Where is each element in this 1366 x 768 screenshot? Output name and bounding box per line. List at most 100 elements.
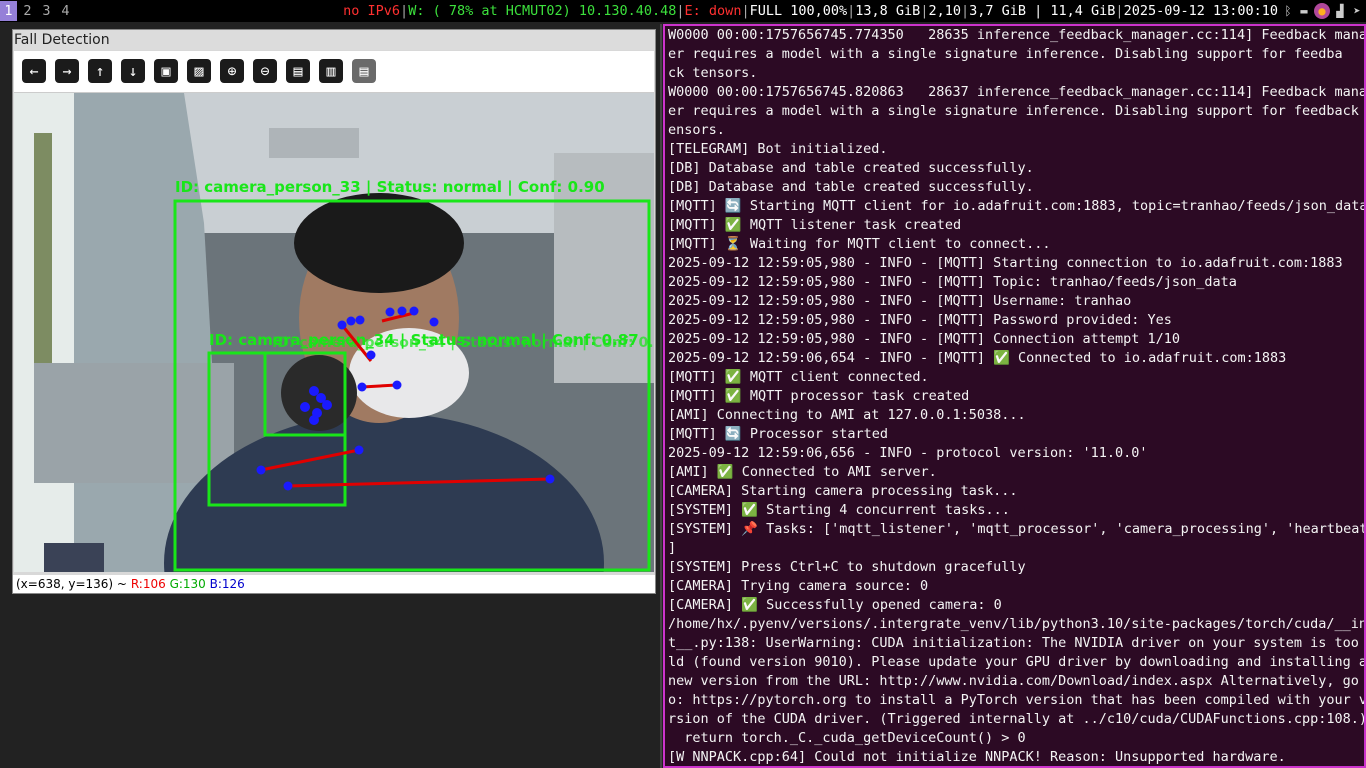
- terminal-line: 2025-09-12 12:59:05,980 - INFO - [MQTT] …: [668, 255, 1343, 271]
- ipv6-status: no IPv6: [343, 3, 401, 19]
- arrow-right-icon[interactable]: →: [55, 59, 79, 83]
- blue-value: B:126: [209, 577, 245, 591]
- zoom-out-icon[interactable]: ⊖: [253, 59, 277, 83]
- firefox-icon[interactable]: ●: [1314, 3, 1330, 19]
- save-icon[interactable]: ▤: [286, 59, 310, 83]
- window-title: Fall Detection: [13, 30, 655, 50]
- workspace-3-button[interactable]: 3: [38, 1, 55, 21]
- terminal-line: W0000 00:00:1757656745.820863 28637 infe…: [668, 84, 1366, 100]
- system-tray: ᛒ ▬ ● ▟ ➤: [1280, 0, 1366, 22]
- viewer-toolbar: ← → ↑ ↓ ▣ ▨ ⊕ ⊖ ▤ ▥ ▤: [14, 51, 654, 93]
- terminal-line: new version from the URL: http://www.nvi…: [668, 673, 1366, 689]
- save-disabled-icon[interactable]: ▤: [352, 59, 376, 83]
- person-hair: [294, 193, 464, 293]
- green-value: G:130: [169, 577, 206, 591]
- keypoint: [355, 315, 365, 325]
- terminal-line: [CAMERA] Trying camera source: 0: [668, 578, 929, 594]
- ceiling-vent: [269, 128, 359, 158]
- bag: [44, 543, 104, 572]
- terminal-window[interactable]: W0000 00:00:1757656745.774350 28635 infe…: [663, 24, 1366, 768]
- terminal-line: return torch._C._cuda_getDeviceCount() >…: [668, 730, 1026, 746]
- terminal-line: [DB] Database and table created successf…: [668, 160, 1034, 176]
- battery-status: FULL 100,00%: [749, 3, 848, 19]
- terminal-line: [SYSTEM] 📌 Tasks: ['mqtt_listener', 'mqt…: [668, 521, 1366, 537]
- image-settings-icon[interactable]: ▨: [187, 59, 211, 83]
- wifi-status: W: ( 78% at HCMUT02) 10.130.40.48: [408, 3, 677, 19]
- fall-detection-window: Fall Detection ← → ↑ ↓ ▣ ▨ ⊕ ⊖ ▤ ▥ ▤ ID:…: [12, 29, 656, 594]
- arrow-up-icon[interactable]: ↑: [88, 59, 112, 83]
- terminal-line: [DB] Database and table created successf…: [668, 179, 1034, 195]
- terminal-line: 2025-09-12 12:59:05,980 - INFO - [MQTT] …: [668, 274, 1237, 290]
- terminal-line: [CAMERA] Starting camera processing task…: [668, 483, 1018, 499]
- detection-label-1: ID: camera_person_33 | Status: normal | …: [175, 178, 605, 197]
- terminal-line: [AMI] ✅ Connected to AMI server.: [668, 464, 937, 480]
- terminal-line: ensors.: [668, 122, 725, 138]
- keypoint: [429, 317, 439, 327]
- terminal-line: /home/hx/.pyenv/versions/.intergrate_ven…: [668, 616, 1366, 632]
- desk-area: [34, 363, 234, 483]
- keypoint: [392, 380, 402, 390]
- clipboard-icon[interactable]: ▥: [319, 59, 343, 83]
- terminal-line: er requires a model with a single signat…: [668, 103, 1366, 119]
- disk-status: 13,8 GiB: [855, 3, 921, 19]
- ethernet-status: E: down: [684, 3, 742, 19]
- bluetooth-icon[interactable]: ᛒ: [1280, 3, 1296, 19]
- keypoint: [366, 350, 376, 360]
- terminal-line: 2025-09-12 12:59:05,980 - INFO - [MQTT] …: [668, 331, 1181, 347]
- terminal-line: [SYSTEM] ✅ Starting 4 concurrent tasks..…: [668, 502, 1010, 518]
- skeleton-line: [361, 383, 398, 389]
- terminal-line: ck tensors.: [668, 65, 758, 81]
- memory-status: 3,7 GiB | 11,4 GiB: [969, 3, 1116, 19]
- drive-icon[interactable]: ▬: [1296, 3, 1312, 19]
- keypoint: [385, 307, 395, 317]
- signal-icon[interactable]: ▟: [1332, 3, 1348, 19]
- terminal-line: [MQTT] 🔄 Processor started: [668, 426, 889, 442]
- keypoint: [256, 465, 266, 475]
- zoom-in-icon[interactable]: ⊕: [220, 59, 244, 83]
- terminal-line: [TELEGRAM] Bot initialized.: [668, 141, 888, 157]
- load-status: 2,10: [928, 3, 961, 19]
- workspace-4-button[interactable]: 4: [57, 1, 74, 21]
- terminal-line: 2025-09-12 12:59:05,980 - INFO - [MQTT] …: [668, 293, 1132, 309]
- camera-scene: ID: camera_person_33 | Status: normal | …: [14, 93, 654, 572]
- cursor-coords: (x=638, y=136) ~: [16, 577, 127, 591]
- terminal-line: [CAMERA] ✅ Successfully opened camera: 0: [668, 597, 1002, 613]
- terminal-line: [MQTT] ⏳ Waiting for MQTT client to conn…: [668, 236, 1051, 252]
- terminal-line: t__.py:138: UserWarning: CUDA initializa…: [668, 635, 1366, 651]
- terminal-line: 2025-09-12 12:59:06,656 - INFO - protoco…: [668, 445, 1148, 461]
- status-blocks: no IPv6|W: ( 78% at HCMUT02) 10.130.40.4…: [343, 3, 1278, 19]
- terminal-line: er requires a model with a single signat…: [668, 46, 1343, 62]
- left-pane: Fall Detection ← → ↑ ↓ ▣ ▨ ⊕ ⊖ ▤ ▥ ▤ ID:…: [0, 24, 662, 768]
- keypoint: [322, 400, 332, 410]
- keypoint: [397, 306, 407, 316]
- keypoint: [300, 402, 310, 412]
- workspace-1-button[interactable]: 1: [0, 1, 17, 21]
- keypoint: [309, 415, 319, 425]
- telegram-icon[interactable]: ➤: [1349, 3, 1365, 19]
- keypoint: [337, 320, 347, 330]
- keypoint: [354, 445, 364, 455]
- keypoint: [283, 481, 293, 491]
- terminal-line: 2025-09-12 12:59:05,980 - INFO - [MQTT] …: [668, 312, 1172, 328]
- keypoint: [409, 306, 419, 316]
- keypoint: [346, 316, 356, 326]
- terminal-line: W0000 00:00:1757656745.774350 28635 infe…: [668, 27, 1366, 43]
- terminal-line: o: https://pytorch.org to install a PyTo…: [668, 692, 1366, 708]
- keypoint: [357, 382, 367, 392]
- terminal-line: [MQTT] 🔄 Starting MQTT client for io.ada…: [668, 198, 1366, 214]
- detection-label-3: ID: camera_person_34 | Status: normal | …: [272, 335, 654, 351]
- terminal-line: ]: [668, 540, 677, 556]
- image-icon[interactable]: ▣: [154, 59, 178, 83]
- workspace-2-button[interactable]: 2: [19, 1, 36, 21]
- terminal-line: ld (found version 9010). Please update y…: [668, 654, 1366, 670]
- keypoint: [545, 474, 555, 484]
- arrow-down-icon[interactable]: ↓: [121, 59, 145, 83]
- terminal-line: [MQTT] ✅ MQTT client connected.: [668, 369, 929, 385]
- arrow-left-icon[interactable]: ←: [22, 59, 46, 83]
- terminal-line: rsion of the CUDA driver. (Triggered int…: [668, 711, 1366, 727]
- clock: 2025-09-12 13:00:10: [1123, 3, 1278, 19]
- terminal-line: [MQTT] ✅ MQTT listener task created: [668, 217, 962, 233]
- status-bar: 1 2 3 4 no IPv6|W: ( 78% at HCMUT02) 10.…: [0, 0, 1366, 22]
- camera-frame[interactable]: ID: camera_person_33 | Status: normal | …: [14, 93, 654, 572]
- pixel-readout: (x=638, y=136) ~ R:106 G:130 B:126: [13, 575, 655, 593]
